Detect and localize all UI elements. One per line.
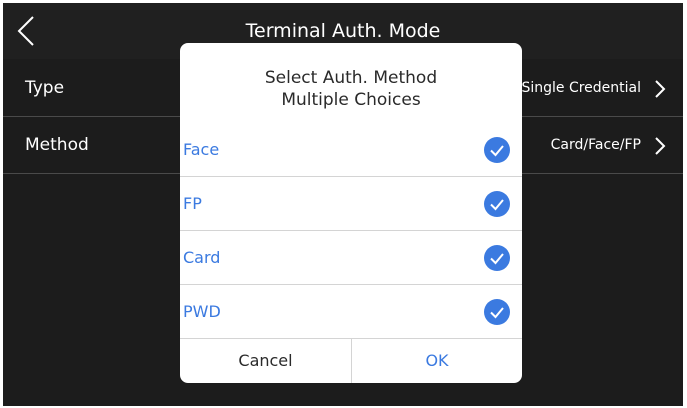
- setting-label-method: Method: [25, 135, 89, 155]
- option-card[interactable]: Card: [180, 231, 522, 285]
- checkmark-circle-icon[interactable]: [484, 191, 510, 217]
- dialog-title: Select Auth. Method Multiple Choices: [180, 67, 522, 111]
- dialog-title-line2: Multiple Choices: [281, 90, 421, 110]
- auth-method-dialog: Select Auth. Method Multiple Choices Fac…: [180, 43, 522, 383]
- setting-label-type: Type: [25, 78, 65, 98]
- option-label: PWD: [183, 302, 221, 321]
- option-label: Card: [183, 248, 221, 267]
- chevron-right-icon: [655, 80, 666, 98]
- terminal-screen: Terminal Auth. Mode Type Single Credenti…: [3, 3, 683, 406]
- chevron-right-icon: [655, 137, 666, 155]
- checkmark-circle-icon[interactable]: [484, 137, 510, 163]
- dialog-title-line1: Select Auth. Method: [264, 68, 438, 88]
- option-pwd[interactable]: PWD: [180, 285, 522, 339]
- option-fp[interactable]: FP: [180, 177, 522, 231]
- setting-value-method: Card/Face/FP: [550, 137, 641, 153]
- option-face[interactable]: Face: [180, 123, 522, 177]
- checkmark-circle-icon[interactable]: [484, 299, 510, 325]
- checkmark-circle-icon[interactable]: [484, 245, 510, 271]
- cancel-button[interactable]: Cancel: [180, 339, 352, 383]
- ok-button[interactable]: OK: [352, 339, 522, 383]
- option-label: Face: [183, 140, 220, 159]
- option-label: FP: [183, 194, 202, 213]
- setting-value-type: Single Credential: [521, 80, 641, 96]
